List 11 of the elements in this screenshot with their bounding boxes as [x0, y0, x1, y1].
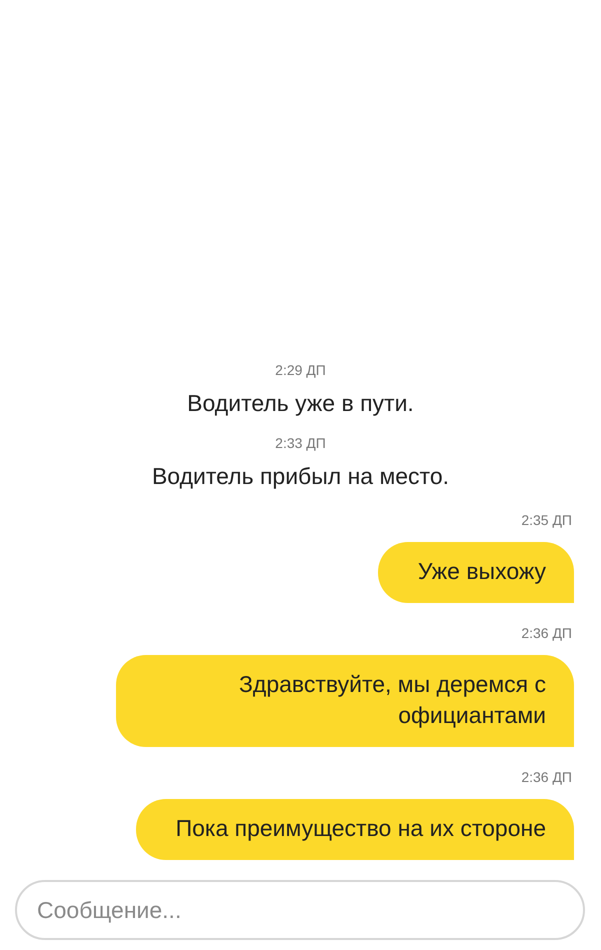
message-time: 2:36 ДП [521, 769, 572, 785]
message-bubble: Пока преимущество на их стороне [136, 799, 574, 860]
message-time: 2:35 ДП [521, 512, 572, 528]
message-time: 2:29 ДП [275, 362, 326, 378]
system-message: Водитель уже в пути. [187, 390, 414, 417]
message-bubble: Уже выхожу [378, 542, 574, 603]
message-time: 2:33 ДП [275, 435, 326, 451]
message-bubble: Здравствуйте, мы деремся с официантами [116, 655, 574, 747]
message-time: 2:36 ДП [521, 625, 572, 641]
system-message: Водитель прибыл на место. [152, 463, 450, 490]
message-field[interactable]: Сообщение... [15, 880, 585, 940]
